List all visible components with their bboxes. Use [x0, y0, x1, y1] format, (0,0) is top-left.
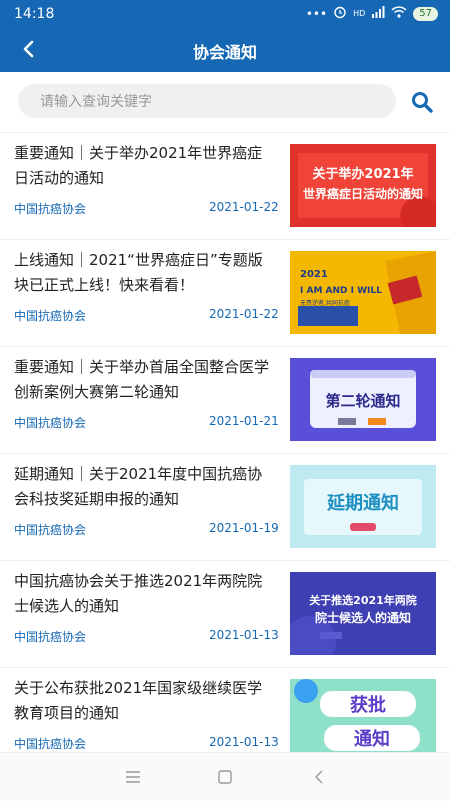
- list-item[interactable]: 重要通知｜关于举办首届全国整合医学创新案例大赛第二轮通知 中国抗癌协会 2021…: [0, 347, 450, 454]
- item-source: 中国抗癌协会: [14, 630, 87, 644]
- item-source: 中国抗癌协会: [14, 309, 87, 323]
- search-bar: [0, 72, 450, 130]
- search-box: [18, 84, 396, 120]
- item-date: 2021-01-22: [209, 200, 279, 214]
- item-thumbnail: 延期通知: [290, 465, 436, 548]
- thumb-line1: 获批: [350, 694, 386, 716]
- item-source: 中国抗癌协会: [14, 523, 87, 537]
- item-title: 重要通知｜关于举办首届全国整合医学创新案例大赛第二轮通知: [14, 358, 270, 401]
- item-date: 2021-01-19: [209, 521, 279, 535]
- menu-button[interactable]: [117, 761, 149, 793]
- item-thumbnail: 获批 通知: [290, 679, 436, 753]
- item-title: 延期通知｜关于2021年度中国抗癌协会科技奖延期申报的通知: [14, 465, 263, 508]
- item-date: 2021-01-22: [209, 307, 279, 321]
- signal-label: HD: [353, 9, 366, 18]
- item-thumbnail: 关于举办2021年 世界癌症日活动的通知: [290, 144, 436, 227]
- header-bar: 协会通知: [0, 28, 450, 72]
- signal-icon: [371, 6, 385, 21]
- item-thumbnail: 2021 I AM AND I WILL 无畏逆者,共同抗癌: [290, 251, 436, 334]
- system-nav-bar: [0, 752, 450, 801]
- thumb-line1: 第二轮通知: [325, 392, 400, 410]
- list-item[interactable]: 上线通知｜2021“世界癌症日”专题版块已正式上线！快来看看！ 中国抗癌协会 2…: [0, 240, 450, 347]
- item-thumbnail: 第二轮通知: [290, 358, 436, 441]
- status-icons: ••• HD 57: [306, 5, 438, 22]
- battery-indicator: 57: [413, 6, 438, 21]
- thumb-line1: 关于举办2021年: [312, 166, 413, 182]
- more-dots-icon: •••: [305, 6, 328, 21]
- menu-icon: [126, 771, 140, 783]
- status-bar: 14:18 ••• HD 57: [0, 0, 450, 28]
- item-date: 2021-01-21: [209, 414, 279, 428]
- home-icon: [218, 770, 232, 784]
- alarm-icon: [333, 5, 347, 22]
- item-source: 中国抗癌协会: [14, 737, 87, 751]
- thumb-line3: 无畏逆者,共同抗癌: [300, 299, 350, 307]
- thumb-line2: 院士候选人的通知: [315, 610, 411, 625]
- list-item[interactable]: 关于公布获批2021年国家级继续医学教育项目的通知 中国抗癌协会 2021-01…: [0, 668, 450, 753]
- item-source: 中国抗癌协会: [14, 416, 87, 430]
- home-button[interactable]: [209, 761, 241, 793]
- thumb-line2: 世界癌症日活动的通知: [303, 186, 423, 201]
- search-input[interactable]: [38, 84, 382, 120]
- back-triangle-icon: [315, 770, 323, 784]
- search-button[interactable]: [408, 88, 436, 116]
- list-item[interactable]: 延期通知｜关于2021年度中国抗癌协会科技奖延期申报的通知 中国抗癌协会 202…: [0, 454, 450, 561]
- thumb-line2: I AM AND I WILL: [300, 286, 382, 296]
- list-item[interactable]: 中国抗癌协会关于推选2021年两院院士候选人的通知 中国抗癌协会 2021-01…: [0, 561, 450, 668]
- list-item[interactable]: 重要通知｜关于举办2021年世界癌症日活动的通知 中国抗癌协会 2021-01-…: [0, 133, 450, 240]
- page-title: 协会通知: [192, 43, 257, 62]
- item-title: 中国抗癌协会关于推选2021年两院院士候选人的通知: [14, 572, 263, 615]
- notice-list: 重要通知｜关于举办2021年世界癌症日活动的通知 中国抗癌协会 2021-01-…: [0, 132, 450, 753]
- system-back-button[interactable]: [303, 761, 335, 793]
- item-title: 上线通知｜2021“世界癌症日”专题版块已正式上线！快来看看！: [14, 251, 263, 294]
- item-date: 2021-01-13: [209, 628, 279, 642]
- thumb-line2: 通知: [354, 728, 390, 750]
- status-time: 14:18: [14, 6, 55, 22]
- item-source: 中国抗癌协会: [14, 202, 87, 216]
- item-title: 重要通知｜关于举办2021年世界癌症日活动的通知: [14, 144, 263, 187]
- thumb-line1: 关于推选2021年两院: [309, 593, 417, 607]
- search-icon: [412, 92, 433, 113]
- item-thumbnail: 关于推选2021年两院 院士候选人的通知: [290, 572, 436, 655]
- item-date: 2021-01-13: [209, 735, 279, 749]
- item-title: 关于公布获批2021年国家级继续医学教育项目的通知: [14, 679, 263, 722]
- thumb-line1: 延期通知: [326, 492, 399, 514]
- thumb-line1: 2021: [300, 269, 328, 280]
- wifi-icon: [391, 6, 407, 21]
